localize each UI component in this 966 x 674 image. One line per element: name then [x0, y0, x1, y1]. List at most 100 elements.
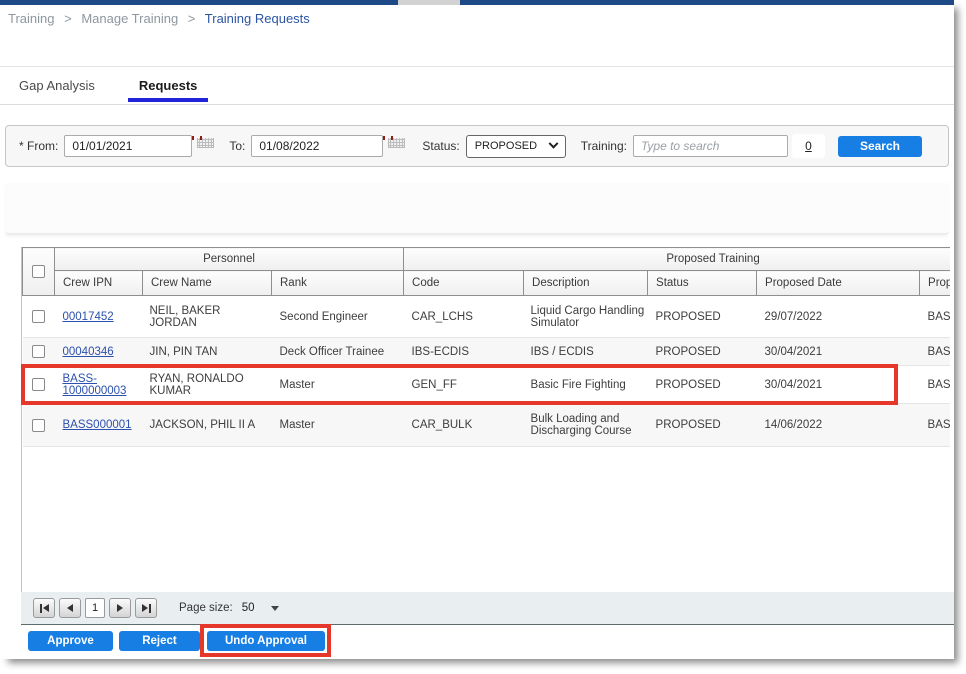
previous-page-button[interactable]: [59, 598, 81, 618]
proposed-date-cell: 30/04/2021: [757, 366, 920, 404]
filter-bar: * From: To: Status: PROPOSED Training: 0…: [5, 125, 949, 167]
group-header-proposed-training: Proposed Training: [404, 248, 950, 271]
col-header-rank[interactable]: Rank: [272, 271, 404, 296]
crew-ipn-link[interactable]: 00040346: [63, 346, 114, 358]
last-page-button[interactable]: [135, 598, 157, 618]
search-button[interactable]: Search: [838, 136, 922, 157]
proposed-by-cell: BASS: [920, 366, 950, 404]
crew-ipn-link[interactable]: BASS000001: [63, 419, 132, 431]
status-cell: PROPOSED: [648, 366, 757, 404]
code-cell: GEN_FF: [404, 366, 524, 404]
training-label: Training:: [581, 139, 627, 153]
col-header-code[interactable]: Code: [404, 271, 524, 296]
status-select-value: PROPOSED: [475, 140, 537, 152]
status-label: Status:: [422, 139, 459, 153]
training-count-box: 0: [792, 134, 825, 158]
tab-bar: Gap Analysis Requests: [0, 66, 954, 105]
crew-ipn-link[interactable]: BASS-1000000003: [63, 373, 127, 397]
proposed-by-cell: BASS: [920, 296, 950, 338]
proposed-date-cell: 30/04/2021: [757, 338, 920, 366]
table-row: 00040346 JIN, PIN TAN Deck Officer Train…: [23, 338, 951, 366]
approve-button[interactable]: Approve: [28, 631, 113, 651]
undo-approval-button[interactable]: Undo Approval: [207, 631, 325, 651]
table-row-highlighted: BASS-1000000003 RYAN, RONALDO KUMAR Mast…: [23, 366, 951, 404]
status-cell: PROPOSED: [648, 404, 757, 447]
action-button-row: Approve Reject Undo Approval: [28, 631, 325, 651]
breadcrumb-separator: >: [188, 11, 196, 26]
select-all-checkbox[interactable]: [32, 265, 45, 278]
breadcrumb-training-requests[interactable]: Training Requests: [205, 11, 310, 26]
table-row: BASS000001 JACKSON, PHIL II A Master CAR…: [23, 404, 951, 447]
description-cell: Liquid Cargo Handling Simulator: [524, 296, 648, 338]
code-cell: IBS-ECDIS: [404, 338, 524, 366]
previous-page-icon: [67, 604, 73, 612]
row-checkbox[interactable]: [32, 378, 45, 391]
crew-name-cell: NEIL, BAKER JORDAN: [143, 296, 272, 338]
first-page-button[interactable]: [33, 598, 55, 618]
to-date-input[interactable]: [251, 135, 383, 157]
crew-name-cell: JACKSON, PHIL II A: [143, 404, 272, 447]
training-count-link[interactable]: 0: [805, 139, 812, 153]
reject-button[interactable]: Reject: [119, 631, 200, 651]
training-search-input[interactable]: [633, 135, 788, 157]
first-page-icon: [40, 604, 42, 613]
row-select-cell: [23, 366, 55, 404]
crew-ipn-cell: 00040346: [55, 338, 143, 366]
rank-cell: Deck Officer Trainee: [272, 338, 404, 366]
proposed-date-cell: 29/07/2022: [757, 296, 920, 338]
col-header-crew-ipn[interactable]: Crew IPN: [55, 271, 143, 296]
description-cell: Basic Fire Fighting: [524, 366, 648, 404]
code-cell: CAR_BULK: [404, 404, 524, 447]
to-label: To:: [229, 139, 245, 153]
row-checkbox[interactable]: [32, 419, 45, 432]
col-header-proposed-by[interactable]: Proposed: [920, 271, 950, 296]
last-page-icon: [142, 604, 148, 612]
group-header-personnel: Personnel: [55, 248, 404, 271]
tab-gap-analysis[interactable]: Gap Analysis: [8, 67, 106, 104]
requests-grid: Personnel Proposed Training Crew IPN Cre…: [21, 247, 950, 592]
rank-cell: Second Engineer: [272, 296, 404, 338]
next-page-button[interactable]: [109, 598, 131, 618]
crew-ipn-cell: BASS-1000000003: [55, 366, 143, 404]
description-cell: IBS / ECDIS: [524, 338, 648, 366]
current-page-box[interactable]: 1: [85, 598, 105, 618]
tab-requests[interactable]: Requests: [128, 67, 209, 104]
topbar-notch: [398, 0, 460, 5]
proposed-by-cell: BASS: [920, 404, 950, 447]
from-label: * From:: [19, 139, 58, 153]
crew-ipn-link[interactable]: 00017452: [63, 311, 114, 323]
column-header-row: Crew IPN Crew Name Rank Code Description…: [23, 271, 951, 296]
status-select[interactable]: PROPOSED: [466, 135, 566, 158]
proposed-date-cell: 14/06/2022: [757, 404, 920, 447]
crew-name-cell: RYAN, RONALDO KUMAR: [143, 366, 272, 404]
table-row: 00017452 NEIL, BAKER JORDAN Second Engin…: [23, 296, 951, 338]
breadcrumb: Training > Manage Training > Training Re…: [8, 11, 310, 26]
group-header-row: Personnel Proposed Training: [23, 248, 951, 271]
row-select-cell: [23, 296, 55, 338]
breadcrumb-manage-training[interactable]: Manage Training: [81, 11, 178, 26]
empty-panel: [5, 183, 949, 235]
row-select-cell: [23, 404, 55, 447]
col-header-crew-name[interactable]: Crew Name: [143, 271, 272, 296]
col-header-proposed-date[interactable]: Proposed Date: [757, 271, 920, 296]
row-checkbox[interactable]: [32, 345, 45, 358]
page-size-value[interactable]: 50: [242, 602, 255, 614]
row-checkbox[interactable]: [32, 310, 45, 323]
requests-table: Personnel Proposed Training Crew IPN Cre…: [22, 247, 950, 447]
calendar-icon[interactable]: [197, 138, 214, 155]
col-header-description[interactable]: Description: [524, 271, 648, 296]
page-size-dropdown-icon[interactable]: [271, 606, 279, 611]
status-cell: PROPOSED: [648, 296, 757, 338]
crew-ipn-cell: BASS000001: [55, 404, 143, 447]
calendar-icon[interactable]: [388, 138, 405, 155]
next-page-icon: [117, 604, 123, 612]
select-all-cell: [23, 248, 55, 296]
from-date-input[interactable]: [64, 135, 192, 157]
chevron-down-icon: [548, 138, 558, 148]
proposed-by-cell: BASS: [920, 338, 950, 366]
row-select-cell: [23, 338, 55, 366]
rank-cell: Master: [272, 404, 404, 447]
breadcrumb-training[interactable]: Training: [8, 11, 54, 26]
col-header-status[interactable]: Status: [648, 271, 757, 296]
rank-cell: Master: [272, 366, 404, 404]
